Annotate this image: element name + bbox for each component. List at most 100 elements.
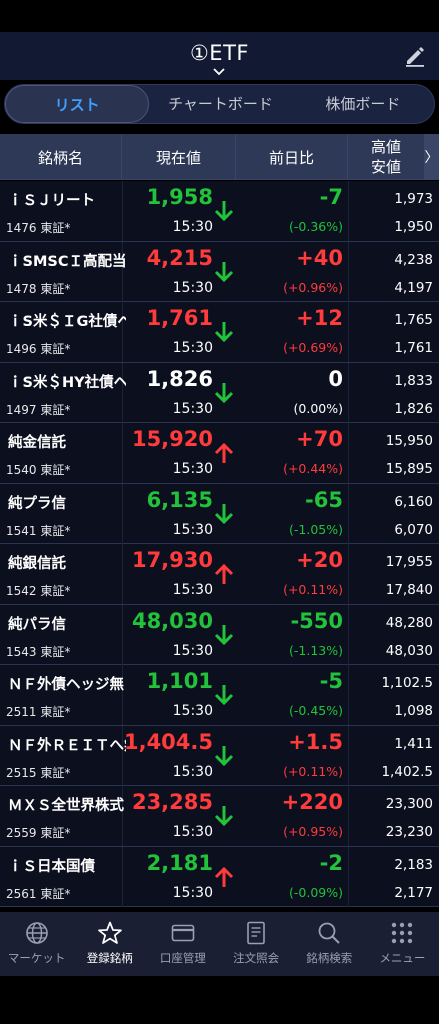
card-icon bbox=[171, 924, 195, 942]
table-row[interactable]: 純パラ信 1543 東証* 48,030 15:30 -550 (-1.13%) 48,28… bbox=[0, 604, 439, 665]
column-header-name: 銘柄名 bbox=[0, 134, 122, 180]
high-price: 1,102.5 bbox=[381, 675, 433, 691]
security-code: 1542 東証* bbox=[6, 584, 71, 598]
price-change: -550 bbox=[290, 608, 343, 633]
column-divider bbox=[348, 786, 349, 846]
edit-pencil-icon[interactable] bbox=[403, 44, 427, 68]
current-price: 6,135 bbox=[146, 487, 213, 512]
security-code: 2511 東証* bbox=[6, 705, 71, 719]
list-title[interactable]: ①ETF bbox=[0, 41, 439, 65]
price-time: 15:30 bbox=[172, 461, 213, 477]
nav-orders[interactable]: 注文照会 bbox=[220, 912, 293, 976]
security-code: 1476 東証* bbox=[6, 221, 71, 235]
security-name: ｉS米＄HY社債ヘジ bbox=[8, 374, 126, 391]
table-row[interactable]: ｉS米＄ＩG社債ヘジ 1496 東証* 1,761 15:30 +12 (+0.69%) 1… bbox=[0, 302, 439, 363]
low-price: 1,950 bbox=[394, 219, 433, 235]
nav-menu[interactable]: メニュー bbox=[366, 912, 439, 976]
change-percent: (-0.45%) bbox=[289, 703, 343, 718]
price-change: 0 bbox=[328, 366, 343, 391]
column-divider bbox=[348, 483, 349, 544]
low-price: 1,098 bbox=[394, 703, 433, 719]
security-code: 2559 東証* bbox=[6, 826, 71, 840]
scroll-columns-right-button[interactable]: 〉 bbox=[424, 134, 439, 180]
price-time: 15:30 bbox=[172, 582, 213, 598]
price-change: +20 bbox=[296, 548, 343, 572]
table-row[interactable]: ＮＦ外ＲＥＩＴへ無 2515 東証* 1,404.5 15:30 +1.5 (+0.11%… bbox=[0, 725, 439, 786]
grid-icon bbox=[392, 922, 413, 944]
price-time: 15:30 bbox=[172, 400, 213, 417]
nav-watchlist[interactable]: 登録銘柄 bbox=[73, 912, 146, 976]
document-icon bbox=[247, 921, 265, 945]
table-row[interactable]: ｉＳＪリート 1476 東証* 1,958 15:30 -7 (-0.36%) 1,973 1… bbox=[0, 181, 439, 242]
price-time: 15:30 bbox=[172, 279, 213, 296]
tab-chart-board[interactable]: チャートボード bbox=[149, 85, 291, 123]
high-price: 48,280 bbox=[385, 614, 433, 631]
security-code: 2561 東証* bbox=[6, 886, 71, 901]
security-name: ｉS米＄ＩG社債ヘジ bbox=[8, 314, 126, 330]
bottom-navigation: マーケット 登録銘柄 口座管理 注文照会 銘柄検索 メニュー bbox=[0, 912, 439, 976]
security-code: 1543 東証* bbox=[6, 644, 71, 659]
security-code: 1478 東証* bbox=[6, 281, 71, 296]
table-row[interactable]: ＭＸＳ全世界株式 2559 東証* 23,285 15:30 +220 (+0.95%) 2… bbox=[0, 786, 439, 847]
change-percent: (0.00%) bbox=[293, 400, 343, 416]
current-price: 4,215 bbox=[146, 245, 213, 270]
chevron-down-icon[interactable] bbox=[212, 68, 226, 76]
column-divider bbox=[348, 302, 349, 362]
tab-price-board[interactable]: 株価ボード bbox=[292, 85, 434, 123]
low-price: 17,840 bbox=[385, 582, 433, 598]
price-change: +40 bbox=[296, 245, 343, 270]
table-row[interactable]: 純プラ信 1541 東証* 6,135 15:30 -65 (-1.05%) 6,160 6,… bbox=[0, 483, 439, 544]
table-row[interactable]: 純金信託 1540 東証* 15,920 15:30 +70 (+0.44%) 15,950… bbox=[0, 423, 439, 484]
column-divider bbox=[348, 604, 349, 665]
nav-label: 口座管理 bbox=[159, 951, 206, 965]
arrow-down-icon bbox=[214, 201, 234, 222]
arrow-up-icon bbox=[214, 563, 234, 584]
table-row[interactable]: ｉS米＄HY社債ヘジ 1497 東証* 1,826 15:30 0 (0.00%) 1,83… bbox=[0, 362, 439, 423]
security-code: 1541 東証* bbox=[6, 523, 71, 538]
price-time: 15:30 bbox=[172, 521, 213, 538]
change-percent: (+0.69%) bbox=[283, 340, 343, 355]
globe-icon bbox=[25, 922, 48, 944]
arrow-down-icon bbox=[214, 503, 234, 524]
arrow-down-icon bbox=[214, 382, 234, 403]
arrow-down-icon bbox=[214, 685, 234, 706]
arrow-down-icon bbox=[214, 322, 234, 343]
high-price: 17,955 bbox=[385, 554, 433, 570]
current-price: 15,920 bbox=[131, 427, 213, 451]
current-price: 1,958 bbox=[146, 185, 213, 209]
low-price: 6,070 bbox=[394, 521, 433, 538]
high-price: 1,833 bbox=[394, 372, 433, 389]
nav-search[interactable]: 銘柄検索 bbox=[293, 912, 366, 976]
nav-label: 銘柄検索 bbox=[306, 951, 353, 965]
change-percent: (+0.11%) bbox=[283, 763, 343, 779]
current-price: 1,101 bbox=[146, 669, 213, 693]
nav-market[interactable]: マーケット bbox=[0, 912, 73, 976]
nav-account[interactable]: 口座管理 bbox=[146, 912, 219, 976]
current-price: 17,930 bbox=[131, 548, 213, 572]
security-name: ｉSMSCＩ高配当 bbox=[8, 253, 126, 270]
security-code: 1497 東証* bbox=[6, 402, 71, 417]
tab-list[interactable]: リスト bbox=[5, 85, 150, 123]
price-time: 15:30 bbox=[172, 219, 213, 235]
table-row[interactable]: 純銀信託 1542 東証* 17,930 15:30 +20 (+0.11%) 17,955… bbox=[0, 544, 439, 605]
table-row[interactable]: ｉSMSCＩ高配当 1478 東証* 4,215 15:30 +40 (+0.96%) 4,… bbox=[0, 241, 439, 302]
arrow-up-icon bbox=[214, 442, 234, 463]
high-price: 4,238 bbox=[394, 251, 433, 268]
table-row[interactable]: ＮＦ外債ヘッジ無 2511 東証* 1,101 15:30 -5 (-0.45%) 1,10… bbox=[0, 665, 439, 726]
current-price: 2,181 bbox=[146, 850, 213, 875]
change-percent: (-1.05%) bbox=[289, 521, 343, 537]
current-price: 48,030 bbox=[131, 608, 213, 633]
high-price: 15,950 bbox=[385, 433, 433, 449]
arrow-down-icon bbox=[214, 745, 234, 766]
high-price: 1,411 bbox=[394, 735, 433, 752]
table-row[interactable]: ｉＳ日本国債 2561 東証* 2,181 15:30 -2 (-0.09%) 2,183 2… bbox=[0, 846, 439, 907]
price-change: -5 bbox=[319, 669, 343, 693]
current-price: 1,404.5 bbox=[123, 729, 213, 754]
security-code: 1540 東証* bbox=[6, 463, 71, 477]
price-change: +1.5 bbox=[288, 729, 343, 754]
table-header: 銘柄名 現在値 前日比 高値 安値 〉 bbox=[0, 134, 439, 180]
change-percent: (+0.96%) bbox=[283, 279, 343, 295]
change-percent: (+0.95%) bbox=[283, 824, 343, 839]
arrow-down-icon bbox=[214, 261, 234, 282]
security-name: ＮＦ外ＲＥＩＴへ無 bbox=[8, 737, 126, 754]
